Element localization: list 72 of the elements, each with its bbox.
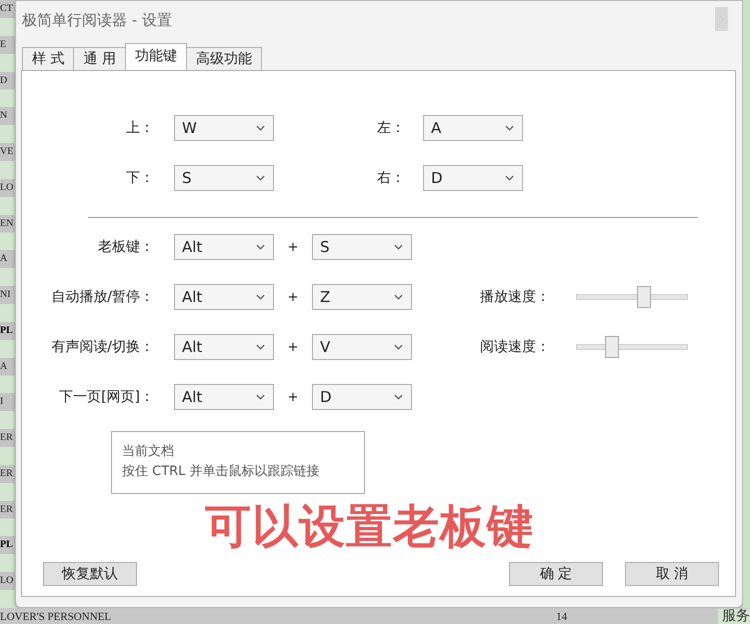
chevron-icon bbox=[256, 125, 265, 131]
tab[interactable]: 样 式 bbox=[22, 47, 74, 70]
chevron-icon bbox=[394, 294, 403, 300]
chevron-icon bbox=[256, 294, 265, 300]
document-text: I bbox=[0, 395, 4, 410]
document-text: LO bbox=[0, 180, 14, 195]
key-dropdown[interactable]: Z bbox=[312, 284, 412, 310]
chevron-icon bbox=[505, 125, 514, 131]
tooltip-text: 按住 CTRL 并单击鼠标以跟踪链接 bbox=[122, 463, 321, 481]
document-text: D bbox=[0, 74, 8, 88]
document-text: EN bbox=[0, 216, 14, 231]
plus-sign: + bbox=[286, 240, 300, 254]
plus-sign: + bbox=[286, 290, 300, 304]
chevron-icon bbox=[256, 244, 265, 250]
hotkey-label: 有声阅读/切换： bbox=[50, 338, 154, 356]
document-text: VE bbox=[0, 145, 14, 160]
key-dropdown[interactable]: D bbox=[423, 165, 523, 191]
document-text: ER bbox=[0, 502, 13, 517]
slider-thumb[interactable] bbox=[636, 286, 651, 308]
chevron-icon bbox=[256, 175, 265, 181]
hotkey-label: 自动播放/暂停： bbox=[50, 288, 154, 306]
key-dropdown[interactable]: V bbox=[312, 334, 412, 360]
slider-thumb[interactable] bbox=[605, 336, 620, 358]
chevron-icon bbox=[394, 344, 403, 350]
annotation-text: 可以设置老板键 bbox=[205, 498, 534, 554]
chevron-icon bbox=[394, 244, 403, 250]
key-dropdown[interactable]: Alt bbox=[174, 334, 274, 360]
dialog-button[interactable]: 恢复默认 bbox=[43, 562, 137, 586]
hotkey-label: 老板键： bbox=[97, 238, 154, 256]
chevron-icon bbox=[256, 394, 265, 400]
key-label: 右： bbox=[376, 169, 405, 187]
document-text: CT bbox=[0, 2, 13, 16]
speed-slider[interactable] bbox=[576, 286, 688, 308]
key-label: 上： bbox=[125, 119, 154, 137]
chevron-icon bbox=[256, 344, 265, 350]
speed-label: 阅读速度： bbox=[480, 338, 551, 356]
plus-sign: + bbox=[286, 390, 300, 404]
key-dropdown[interactable]: Alt bbox=[174, 284, 274, 310]
speed-slider[interactable] bbox=[576, 336, 688, 358]
key-dropdown[interactable]: D bbox=[312, 384, 412, 410]
dialog-button[interactable]: 确 定 bbox=[509, 562, 603, 586]
chevron-icon bbox=[394, 394, 403, 400]
key-dropdown[interactable]: S bbox=[312, 234, 412, 260]
speed-label: 播放速度： bbox=[480, 288, 551, 306]
key-dropdown[interactable]: A bbox=[423, 115, 523, 141]
key-label: 下： bbox=[125, 169, 154, 187]
document-text: 服务 bbox=[718, 609, 750, 624]
key-dropdown[interactable]: Alt bbox=[174, 384, 274, 410]
document-text: A bbox=[0, 360, 8, 374]
tooltip-text: 当前文档 bbox=[122, 443, 175, 461]
hotkey-label: 下一页[网页]： bbox=[58, 388, 154, 406]
document-text: PL bbox=[0, 324, 13, 338]
plus-sign: + bbox=[286, 340, 300, 354]
window-title: 极简单行阅读器 - 设置 bbox=[22, 10, 172, 30]
key-dropdown[interactable]: Alt bbox=[174, 234, 274, 260]
dialog-button[interactable]: 取 消 bbox=[625, 562, 719, 586]
document-text: PL bbox=[0, 538, 13, 552]
document-text: 14 bbox=[556, 611, 568, 624]
document-text: ER bbox=[0, 431, 13, 446]
document-text: NI bbox=[0, 288, 11, 302]
key-dropdown[interactable]: S bbox=[174, 165, 274, 191]
key-dropdown[interactable]: W bbox=[174, 115, 274, 141]
document-text: LOVER'S PERSONNEL bbox=[0, 611, 112, 624]
document-text: LO bbox=[0, 574, 14, 588]
document-text: ER bbox=[0, 466, 13, 481]
key-label: 左： bbox=[376, 119, 405, 137]
tab[interactable]: 高级功能 bbox=[186, 47, 262, 70]
document-text: A bbox=[0, 252, 8, 266]
document-text: N bbox=[0, 109, 8, 124]
document-text: E bbox=[0, 38, 6, 52]
chevron-icon bbox=[505, 175, 514, 181]
tab[interactable]: 功能键 bbox=[124, 43, 187, 70]
